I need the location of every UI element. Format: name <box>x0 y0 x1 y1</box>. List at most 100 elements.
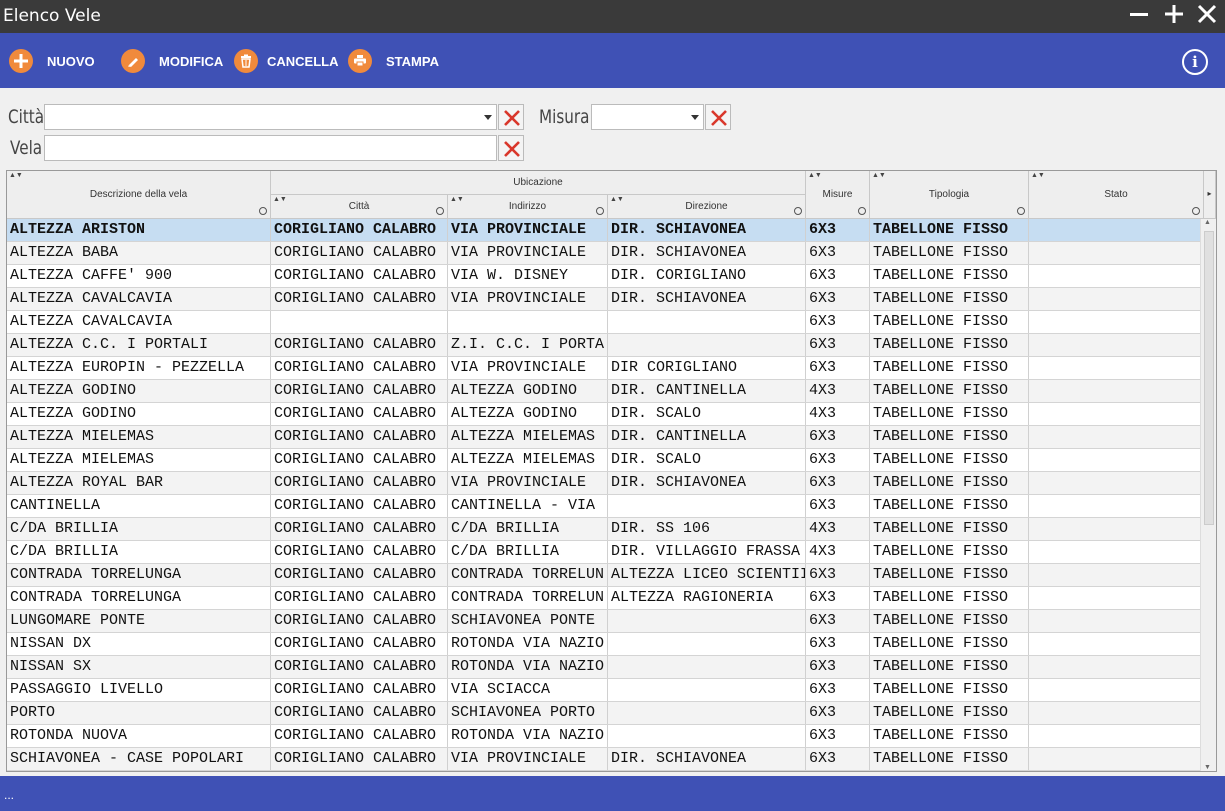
cell-misure[interactable]: 6X3 <box>806 610 870 632</box>
cell-descrizione[interactable]: ALTEZZA GODINO <box>7 380 271 402</box>
cell-indirizzo[interactable]: ROTONDA VIA NAZIO <box>448 725 608 747</box>
cell-descrizione[interactable]: ALTEZZA MIELEMAS <box>7 426 271 448</box>
cell-indirizzo[interactable]: ALTEZZA GODINO <box>448 403 608 425</box>
cell-descrizione[interactable]: CANTINELLA <box>7 495 271 517</box>
cell-direzione[interactable]: DIR. SCHIAVONEA <box>608 748 806 770</box>
cell-tipologia[interactable]: TABELLONE FISSO <box>870 518 1029 540</box>
cell-direzione[interactable]: DIR. SS 106 <box>608 518 806 540</box>
cell-direzione[interactable]: DIR CORIGLIANO <box>608 357 806 379</box>
cell-tipologia[interactable]: TABELLONE FISSO <box>870 541 1029 563</box>
cell-direzione[interactable]: DIR. SCALO <box>608 449 806 471</box>
filter-icon[interactable] <box>596 207 604 215</box>
filter-icon[interactable] <box>436 207 444 215</box>
cell-indirizzo[interactable]: VIA PROVINCIALE <box>448 242 608 264</box>
cell-descrizione[interactable]: ALTEZZA ARISTON <box>7 219 271 241</box>
cell-tipologia[interactable]: TABELLONE FISSO <box>870 656 1029 678</box>
cell-tipologia[interactable]: TABELLONE FISSO <box>870 380 1029 402</box>
cell-citta[interactable]: CORIGLIANO CALABRO <box>271 725 448 747</box>
cell-indirizzo[interactable]: ALTEZZA MIELEMAS <box>448 426 608 448</box>
scroll-up-icon[interactable]: ▲ <box>1204 219 1211 226</box>
cell-citta[interactable]: CORIGLIANO CALABRO <box>271 288 448 310</box>
cell-direzione[interactable]: DIR. SCHIAVONEA <box>608 288 806 310</box>
cell-direzione[interactable]: DIR. SCALO <box>608 403 806 425</box>
cell-citta[interactable]: CORIGLIANO CALABRO <box>271 656 448 678</box>
cell-descrizione[interactable]: C/DA BRILLIA <box>7 541 271 563</box>
cell-descrizione[interactable]: NISSAN SX <box>7 656 271 678</box>
cell-tipologia[interactable]: TABELLONE FISSO <box>870 449 1029 471</box>
cell-descrizione[interactable]: ROTONDA NUOVA <box>7 725 271 747</box>
cell-citta[interactable]: CORIGLIANO CALABRO <box>271 564 448 586</box>
cancella-button[interactable]: CANCELLA <box>234 48 339 74</box>
cell-indirizzo[interactable]: CONTRADA TORRELUN <box>448 564 608 586</box>
cell-direzione[interactable]: ALTEZZA RAGIONERIA <box>608 587 806 609</box>
cell-citta[interactable]: CORIGLIANO CALABRO <box>271 219 448 241</box>
scroll-down-icon[interactable]: ▼ <box>1204 764 1211 771</box>
table-row[interactable]: ALTEZZA MIELEMAS CORIGLIANO CALABRO ALTEZZ… <box>7 449 1201 472</box>
cell-misure[interactable]: 6X3 <box>806 265 870 287</box>
cell-misure[interactable]: 6X3 <box>806 725 870 747</box>
cell-stato[interactable] <box>1029 403 1201 425</box>
cell-tipologia[interactable]: TABELLONE FISSO <box>870 426 1029 448</box>
table-row[interactable]: ALTEZZA C.C. I PORTALI CORIGLIANO CALABRO… <box>7 334 1201 357</box>
cell-misure[interactable]: 6X3 <box>806 334 870 356</box>
cell-tipologia[interactable]: TABELLONE FISSO <box>870 311 1029 333</box>
cell-citta[interactable]: CORIGLIANO CALABRO <box>271 541 448 563</box>
cell-misure[interactable]: 6X3 <box>806 242 870 264</box>
cell-stato[interactable] <box>1029 242 1201 264</box>
cell-misure[interactable]: 6X3 <box>806 472 870 494</box>
cell-misure[interactable]: 6X3 <box>806 357 870 379</box>
cell-misure[interactable]: 4X3 <box>806 541 870 563</box>
cell-stato[interactable] <box>1029 702 1201 724</box>
cell-misure[interactable]: 4X3 <box>806 380 870 402</box>
table-row[interactable]: ALTEZZA ROYAL BAR CORIGLIANO CALABRO VIA P… <box>7 472 1201 495</box>
cell-direzione[interactable] <box>608 610 806 632</box>
table-row[interactable]: ALTEZZA MIELEMAS CORIGLIANO CALABRO ALTEZZ… <box>7 426 1201 449</box>
cell-tipologia[interactable]: TABELLONE FISSO <box>870 472 1029 494</box>
cell-indirizzo[interactable]: VIA PROVINCIALE <box>448 472 608 494</box>
cell-citta[interactable]: CORIGLIANO CALABRO <box>271 495 448 517</box>
vela-clear-button[interactable] <box>498 135 524 161</box>
cell-tipologia[interactable]: TABELLONE FISSO <box>870 610 1029 632</box>
cell-tipologia[interactable]: TABELLONE FISSO <box>870 633 1029 655</box>
cell-stato[interactable] <box>1029 426 1201 448</box>
cell-descrizione[interactable]: ALTEZZA EUROPIN - PEZZELLA <box>7 357 271 379</box>
cell-misure[interactable]: 6X3 <box>806 564 870 586</box>
cell-stato[interactable] <box>1029 219 1201 241</box>
cell-misure[interactable]: 6X3 <box>806 633 870 655</box>
table-row[interactable]: CANTINELLA CORIGLIANO CALABRO CANTINELLA -… <box>7 495 1201 518</box>
cell-citta[interactable]: CORIGLIANO CALABRO <box>271 702 448 724</box>
filter-icon[interactable] <box>794 207 802 215</box>
cell-tipologia[interactable]: TABELLONE FISSO <box>870 495 1029 517</box>
cell-misure[interactable]: 6X3 <box>806 679 870 701</box>
cell-direzione[interactable]: DIR. CANTINELLA <box>608 380 806 402</box>
cell-descrizione[interactable]: SCHIAVONEA - CASE POPOLARI <box>7 748 271 770</box>
table-row[interactable]: ALTEZZA EUROPIN - PEZZELLA CORIGLIANO CAL… <box>7 357 1201 380</box>
cell-misure[interactable]: 6X3 <box>806 702 870 724</box>
cell-indirizzo[interactable]: VIA PROVINCIALE <box>448 288 608 310</box>
header-stato[interactable]: ▲▼ Stato <box>1029 171 1204 219</box>
cell-direzione[interactable]: DIR. SCHIAVONEA <box>608 472 806 494</box>
cell-direzione[interactable] <box>608 311 806 333</box>
table-row[interactable]: ROTONDA NUOVA CORIGLIANO CALABRO ROTONDA V… <box>7 725 1201 748</box>
header-descrizione[interactable]: ▲▼ Descrizione della vela <box>7 171 271 219</box>
cell-tipologia[interactable]: TABELLONE FISSO <box>870 219 1029 241</box>
cell-citta[interactable]: CORIGLIANO CALABRO <box>271 426 448 448</box>
table-row[interactable]: ALTEZZA GODINO CORIGLIANO CALABRO ALTEZZA … <box>7 403 1201 426</box>
nuovo-button[interactable]: NUOVO <box>9 48 95 74</box>
close-button[interactable] <box>1193 3 1221 31</box>
cell-stato[interactable] <box>1029 380 1201 402</box>
vela-filter-input[interactable] <box>44 135 497 161</box>
filter-icon[interactable] <box>858 207 866 215</box>
cell-indirizzo[interactable]: ALTEZZA MIELEMAS <box>448 449 608 471</box>
cell-indirizzo[interactable]: C/DA BRILLIA <box>448 541 608 563</box>
dropdown-arrow-icon[interactable] <box>484 115 492 120</box>
cell-direzione[interactable] <box>608 656 806 678</box>
header-scroll-right-icon[interactable]: ▸ <box>1204 171 1216 219</box>
table-row[interactable]: C/DA BRILLIA CORIGLIANO CALABRO C/DA BRILL… <box>7 518 1201 541</box>
cell-stato[interactable] <box>1029 495 1201 517</box>
cell-stato[interactable] <box>1029 357 1201 379</box>
cell-citta[interactable]: CORIGLIANO CALABRO <box>271 610 448 632</box>
table-row[interactable]: CONTRADA TORRELUNGA CORIGLIANO CALABRO CON… <box>7 587 1201 610</box>
minimize-button[interactable] <box>1125 3 1153 31</box>
cell-indirizzo[interactable]: VIA W. DISNEY <box>448 265 608 287</box>
